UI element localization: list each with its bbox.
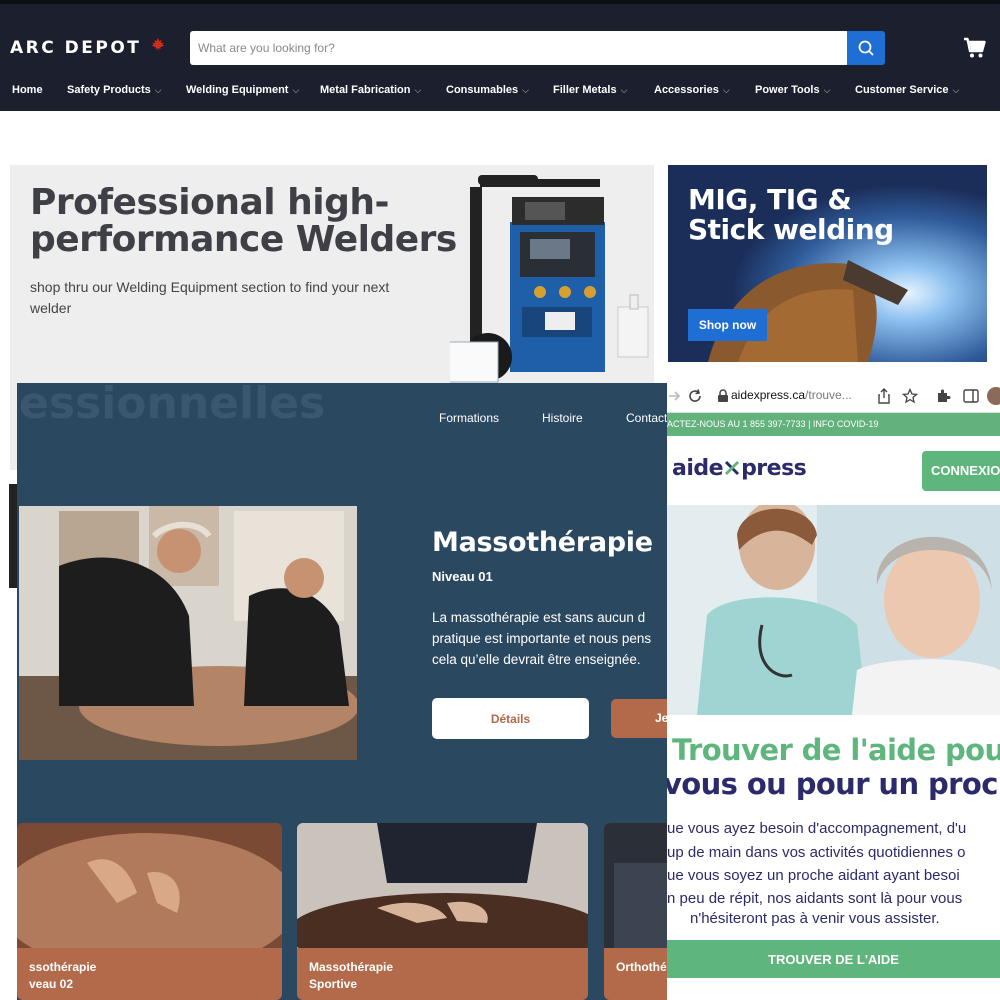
sidebar-icon[interactable] <box>963 389 979 403</box>
hero-body-line: n'hésiteront pas à venir vous assister. <box>690 910 940 927</box>
search-button[interactable] <box>847 31 885 65</box>
reload-icon[interactable] <box>687 388 703 404</box>
course-card[interactable]: ssothérapie veau 02 <box>17 823 282 1000</box>
nav-safety-products[interactable]: Safety Products ⌵ <box>67 84 162 96</box>
address-bar[interactable]: aidexpress.ca/trouve... <box>731 388 852 402</box>
hero-body-line: ue vous soyez un proche aidant ayant bes… <box>667 867 960 884</box>
arc-depot-header: ARC DEPOT Home Safety Products⌵ Welding … <box>0 0 1000 111</box>
nav-histoire[interactable]: Histoire <box>542 411 583 425</box>
nav-welding-equipment[interactable]: Welding Equipment ⌵ <box>186 84 299 96</box>
hero-body-line: up de main dans vos activités quotidienn… <box>667 844 966 861</box>
sports-massage-image <box>297 823 588 948</box>
chevron-down-icon: ⌵ <box>522 85 529 95</box>
aidexpress-logo[interactable]: aide press <box>672 456 807 481</box>
welder-machine-image <box>450 175 649 383</box>
connexion-button[interactable]: CONNEXIO <box>922 451 1000 491</box>
chevron-down-icon: ⌵ <box>722 85 730 95</box>
hero-heading-line1: Trouver de l'aide pour <box>672 733 1000 767</box>
search-icon <box>858 40 874 56</box>
maple-leaf-icon <box>151 37 165 55</box>
hero-title: Professional high-performance Welders <box>30 182 457 260</box>
course-title: Massothérapie <box>432 527 653 558</box>
lock-icon <box>718 389 728 402</box>
course-level: Niveau 01 <box>432 569 493 584</box>
hero-heading-line2: vous ou pour un proche <box>667 767 1000 801</box>
browser-toolbar: aidexpress.ca/trouve... <box>667 380 1000 413</box>
logo-x-icon <box>725 460 740 476</box>
massage-class-photo <box>19 506 357 760</box>
main-nav: Home Safety Products ⌵ Welding Equipment ⌵… <box>0 84 1000 104</box>
profile-avatar[interactable] <box>987 387 1000 405</box>
course-card-label: Orthothé <box>616 960 667 974</box>
course-description: La massothérapie est sans aucun d pratiq… <box>432 610 652 667</box>
hero-body-line: n peu de répit, nos aidants sont là pour… <box>667 890 963 907</box>
mig-tig-stick-promo[interactable]: MIG, TIG & Stick welding Shop now <box>668 165 987 362</box>
chevron-down-icon: ⌵ <box>292 85 300 95</box>
find-help-button[interactable]: TROUVER DE L'AIDE <box>667 940 1000 978</box>
caregiver-photo <box>667 505 1000 715</box>
nav-filler-metals[interactable]: Filler Metals ⌵ <box>553 84 627 96</box>
bookmark-star-icon[interactable] <box>902 388 918 404</box>
course-card-label: ssothérapie veau 02 <box>29 960 97 991</box>
nav-home[interactable]: Home <box>12 84 43 96</box>
chevron-down-icon: ⌵ <box>952 85 960 95</box>
search-input[interactable] <box>190 31 847 65</box>
chevron-down-icon: ⌵ <box>154 85 162 95</box>
hero-body-line: ue vous ayez besoin d'accompagnement, d'… <box>667 820 967 837</box>
background-heading: essionnelles <box>19 383 326 429</box>
cart-icon[interactable] <box>963 36 989 62</box>
course-card[interactable]: Massothérapie Sportive <box>297 823 588 1000</box>
hero-subtitle: shop thru our Welding Equipment section … <box>30 279 390 316</box>
nav-contact[interactable]: Contact <box>626 411 667 425</box>
details-button[interactable]: Détails <box>432 698 589 739</box>
nav-formations[interactable]: Formations <box>439 411 499 425</box>
nav-customer-service[interactable]: Customer Service ⌵ <box>855 84 959 96</box>
extensions-icon[interactable] <box>935 388 951 404</box>
contact-bar[interactable]: ACTEZ-NOUS AU 1 855 397-7733 | INFO COVI… <box>667 413 1000 436</box>
chevron-down-icon: ⌵ <box>414 85 422 95</box>
chevron-down-icon: ⌵ <box>620 85 628 95</box>
course-card[interactable]: Orthothé <box>604 823 667 1000</box>
nav-metal-fabrication[interactable]: Metal Fabrication ⌵ <box>320 84 421 96</box>
secondary-button[interactable]: Je <box>611 699 667 738</box>
arc-depot-logo[interactable]: ARC DEPOT <box>10 38 141 58</box>
massage-back-image <box>17 823 282 948</box>
shop-now-button[interactable]: Shop now <box>688 309 767 341</box>
share-icon[interactable] <box>877 388 891 404</box>
massotherapie-page: essionnelles Formations Histoire Contact… <box>17 383 667 1000</box>
promo-title: MIG, TIG & Stick welding <box>688 183 894 246</box>
forward-icon[interactable] <box>667 388 683 404</box>
course-card-label: Massothérapie Sportive <box>309 960 394 991</box>
nav-consumables[interactable]: Consumables ⌵ <box>446 84 529 96</box>
aidexpress-page: aidexpress.ca/trouve... ACTEZ-NOUS AU 1 … <box>667 380 1000 1000</box>
orthotherapie-image <box>604 823 667 948</box>
chevron-down-icon: ⌵ <box>823 85 831 95</box>
nav-accessories[interactable]: Accessories ⌵ <box>654 84 730 96</box>
nav-power-tools[interactable]: Power Tools ⌵ <box>755 84 830 96</box>
